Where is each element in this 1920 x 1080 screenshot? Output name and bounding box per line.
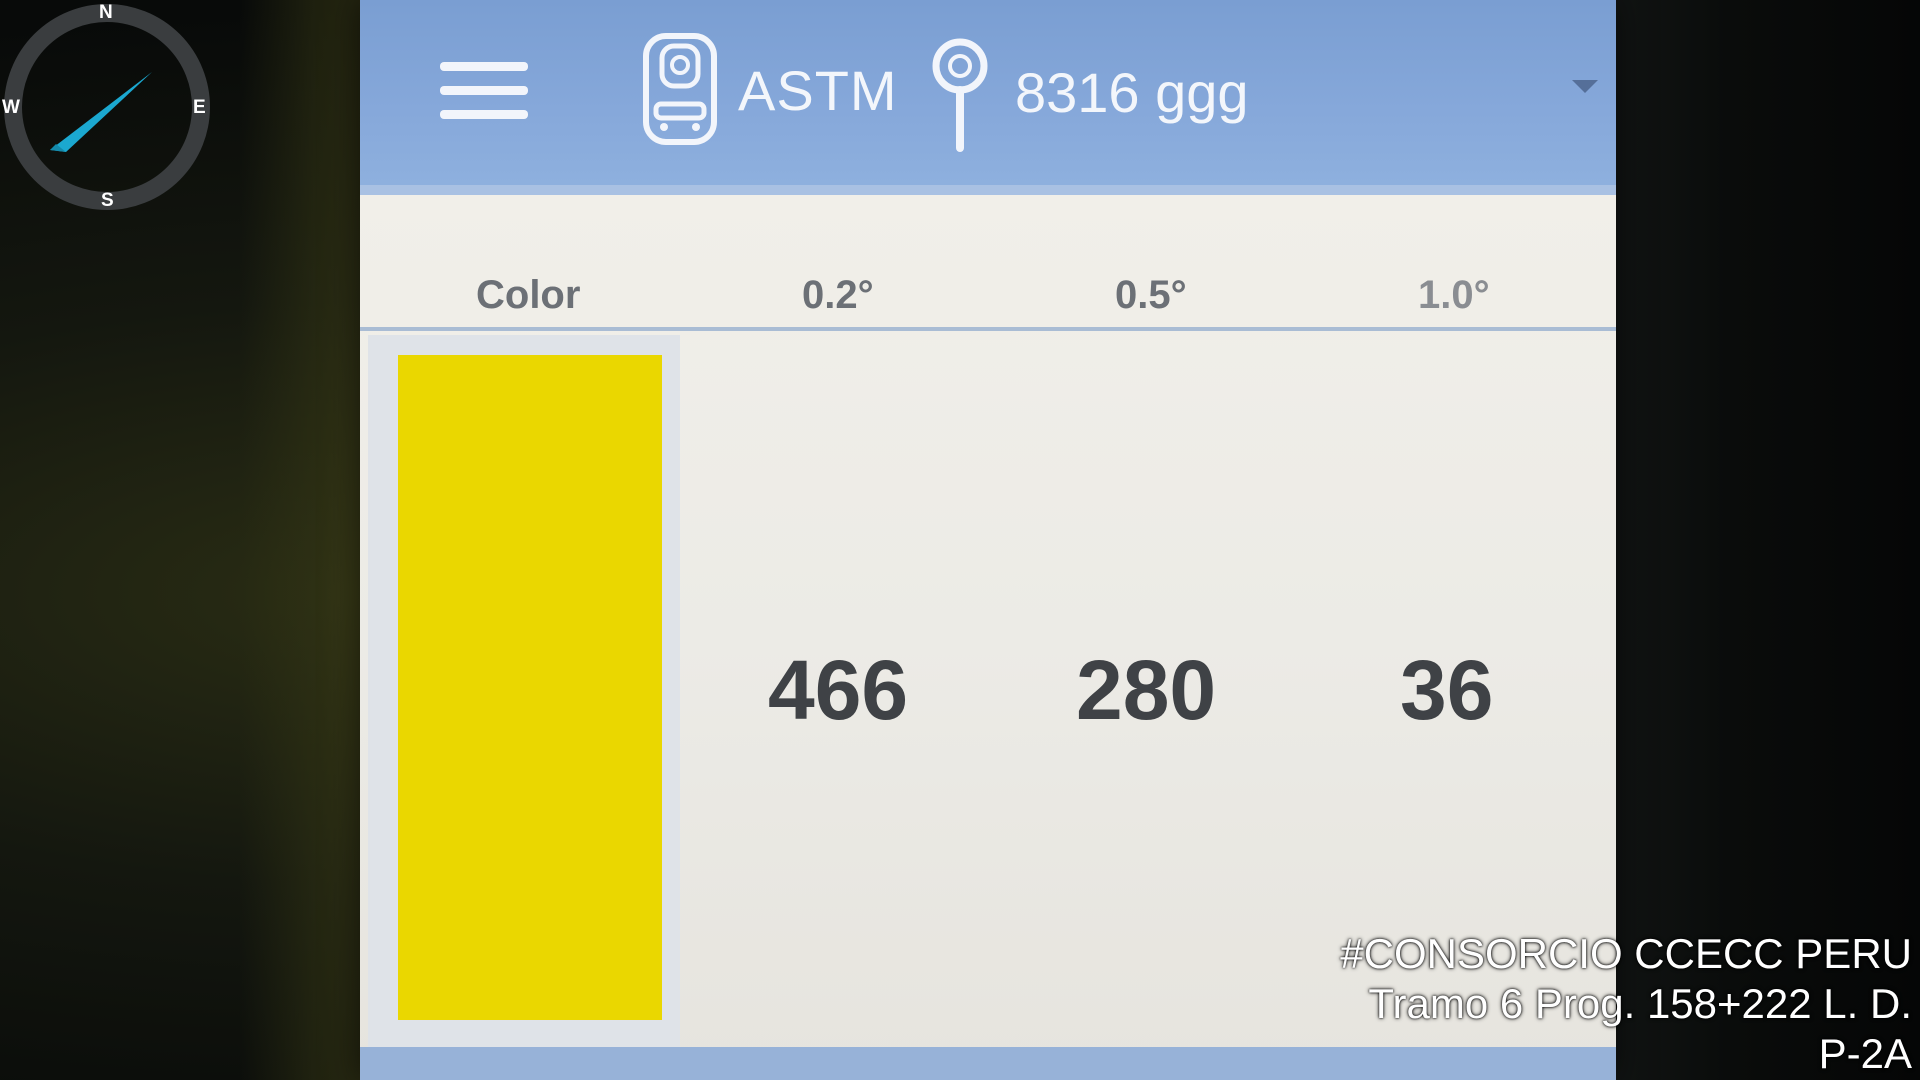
compass-overlay: N S E W — [0, 0, 215, 215]
right-shadow — [1600, 0, 1920, 1080]
header-color: Color — [476, 273, 581, 317]
header-angle-0-2: 0.2° — [802, 273, 874, 317]
header-divider — [360, 327, 1616, 331]
watermark-location: Tramo 6 Prog. 158+222 L. D. — [1368, 980, 1912, 1027]
header-angle-1-0: 1.0° — [1418, 273, 1490, 317]
location-pin-icon — [932, 38, 988, 152]
menu-button[interactable] — [440, 62, 528, 124]
compass-east: E — [193, 97, 206, 118]
photo-background: ASTM 8316 ggg Color 0.2° 0.5° 1.0° 466 2… — [0, 0, 1920, 1080]
compass-south: S — [101, 190, 114, 211]
dropdown-arrow-icon[interactable] — [1572, 80, 1598, 93]
header-angle-0-5: 0.5° — [1115, 273, 1187, 317]
color-swatch — [398, 355, 662, 1020]
watermark-code: P-2A — [1818, 1030, 1912, 1077]
app-bar: ASTM 8316 ggg — [360, 0, 1616, 195]
value-0-5: 280 — [1076, 643, 1217, 737]
menu-bar-1 — [440, 62, 528, 71]
compass-icon — [4, 4, 210, 210]
device-screen: ASTM 8316 ggg Color 0.2° 0.5° 1.0° 466 2… — [360, 0, 1616, 1080]
value-1-0: 36 — [1400, 643, 1494, 737]
location-label[interactable]: 8316 ggg — [1015, 60, 1249, 125]
compass-north: N — [99, 2, 113, 23]
bottom-strip — [360, 1047, 1616, 1080]
menu-bar-2 — [440, 86, 528, 95]
standard-label[interactable]: ASTM — [738, 58, 898, 123]
retroreflectometer-icon — [643, 33, 717, 145]
value-0-2: 466 — [768, 643, 909, 737]
compass-west: W — [2, 97, 20, 118]
menu-bar-3 — [440, 110, 528, 119]
watermark-company: #CONSORCIO CCECC PERU — [1340, 930, 1912, 977]
left-shadow — [240, 0, 370, 1080]
